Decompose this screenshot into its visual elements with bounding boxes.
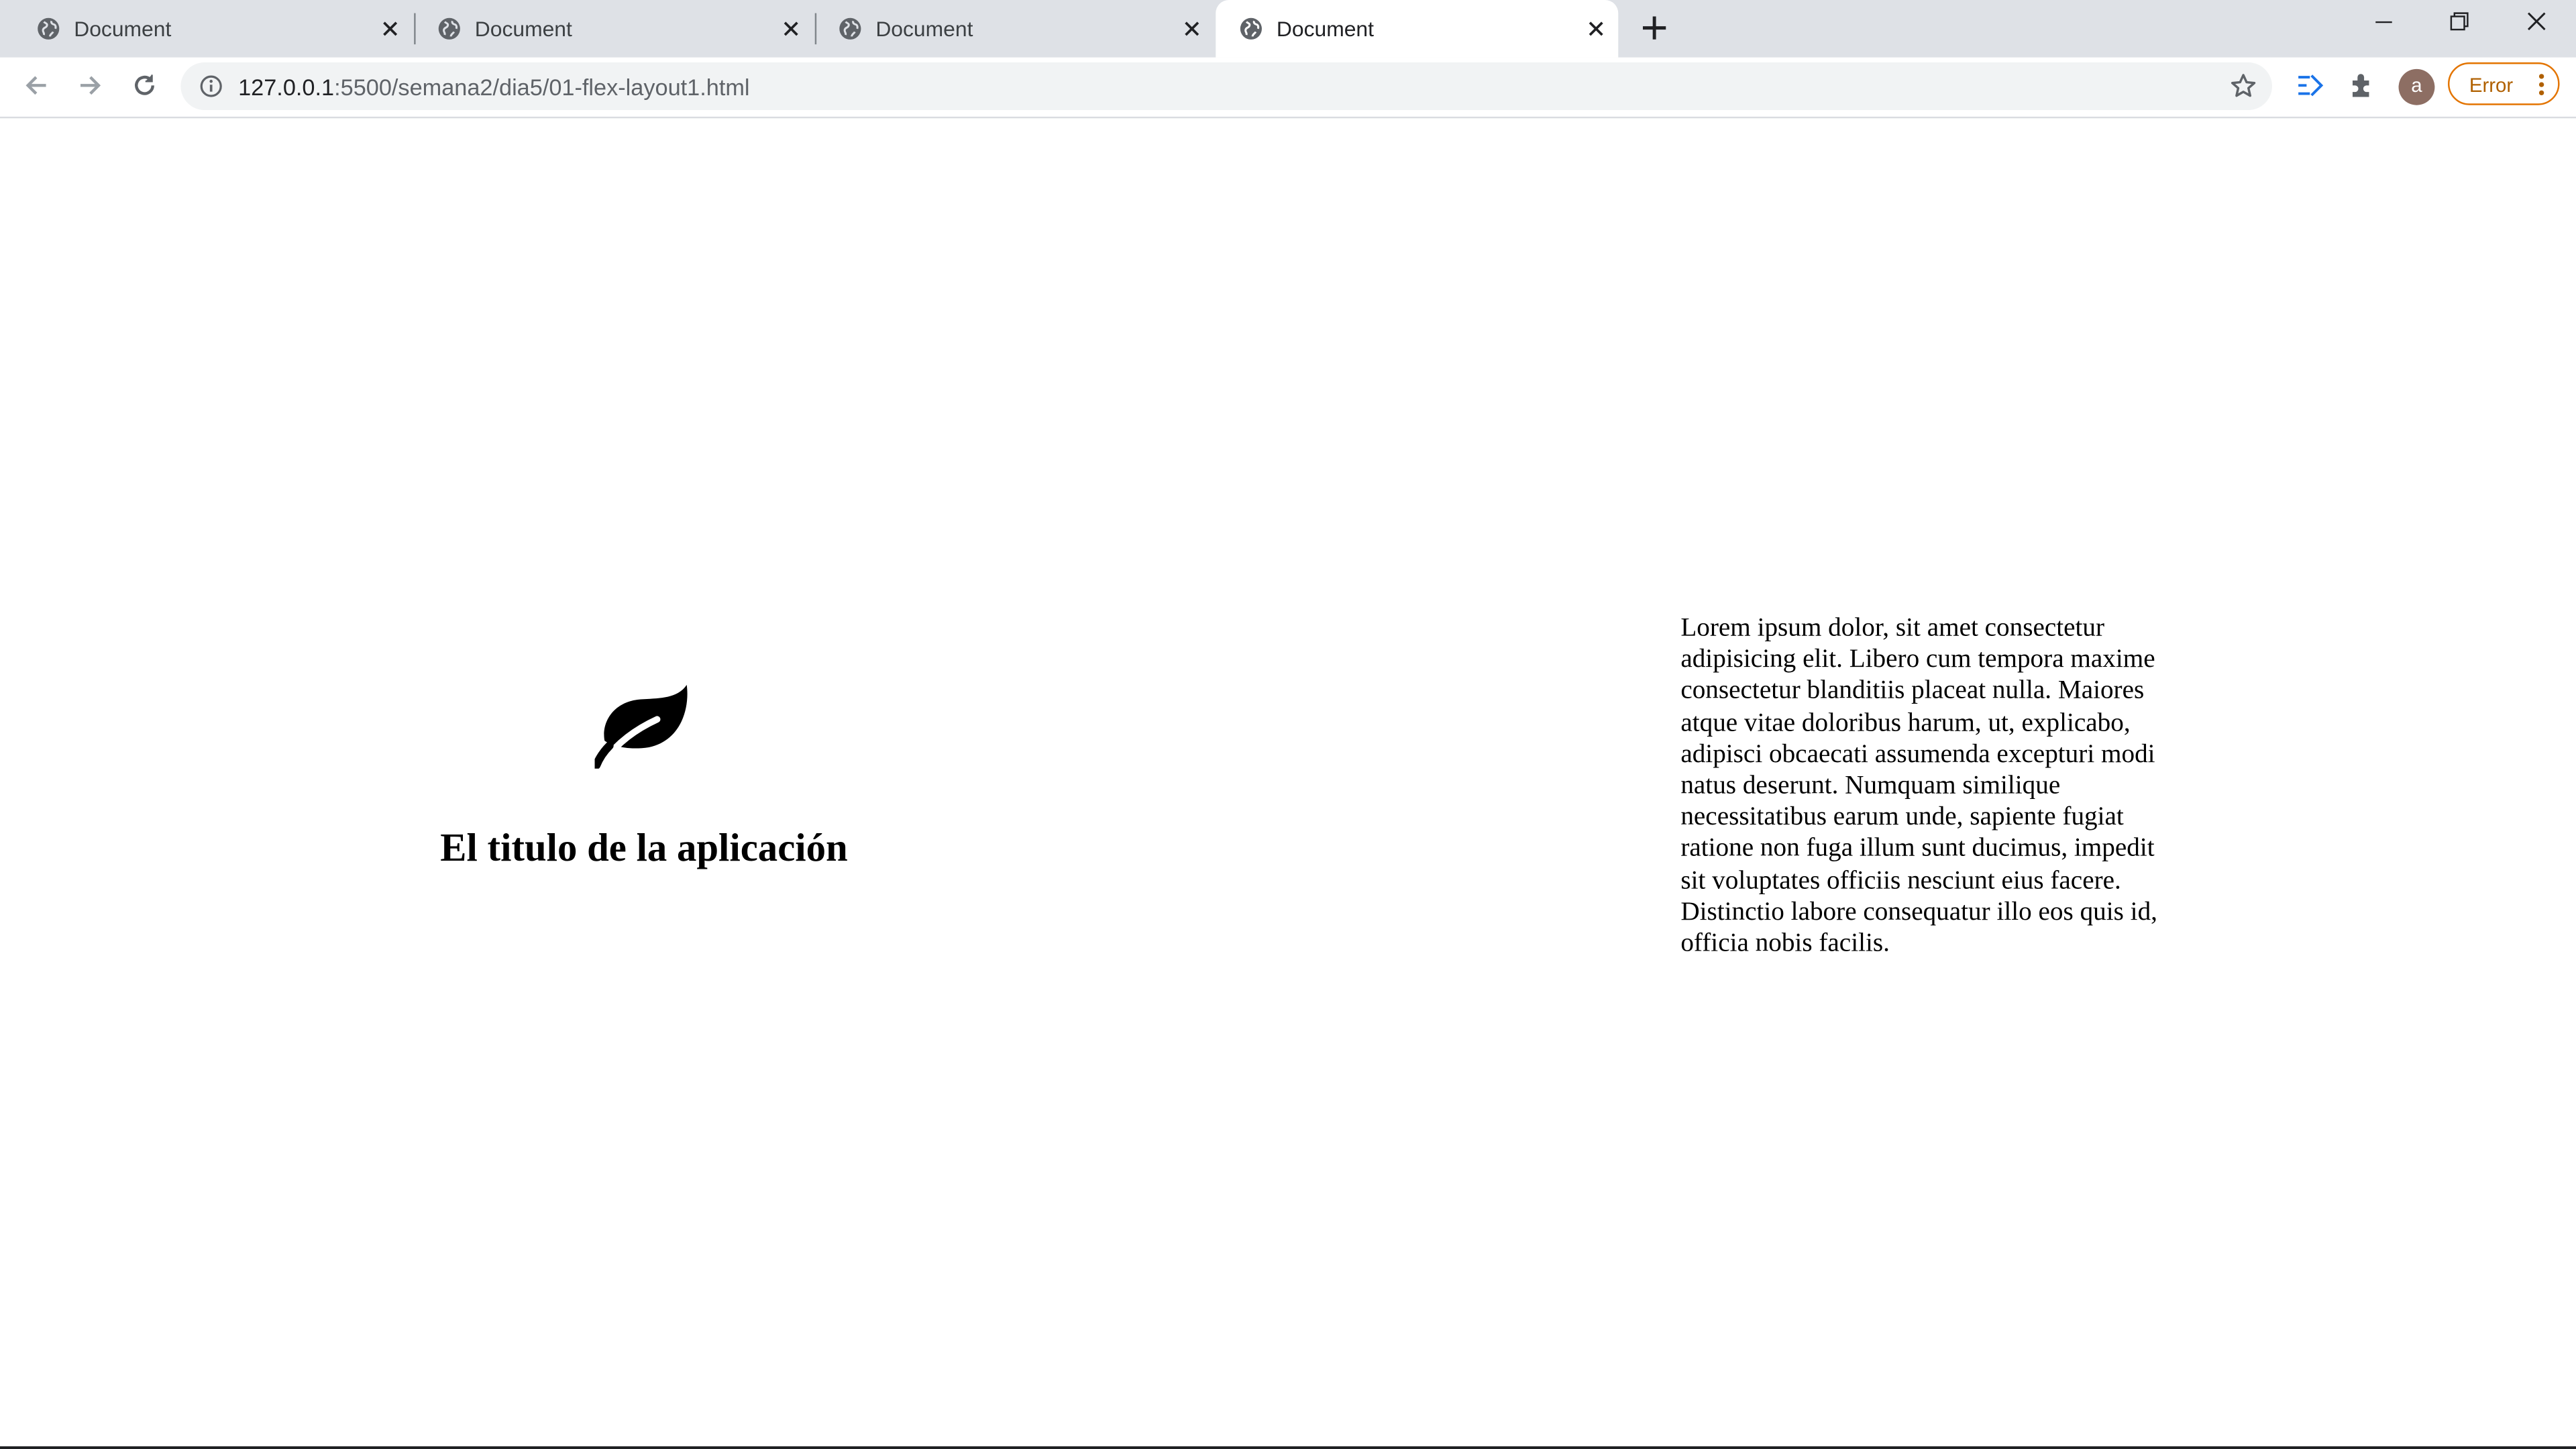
browser-chrome: Document Document Document Document 127.… <box>0 0 2576 119</box>
avatar[interactable]: a <box>2398 68 2435 105</box>
back-icon[interactable] <box>21 70 51 100</box>
plus-icon[interactable] <box>1640 13 1669 43</box>
browser-tab-4-active[interactable]: Document <box>1216 0 1619 58</box>
leaf-icon <box>594 684 688 769</box>
page-title: El titulo de la aplicación <box>440 827 848 871</box>
page-viewport: El titulo de la aplicación Lorem ipsum d… <box>0 118 2576 1449</box>
tab-strip: Document Document Document Document <box>0 0 2576 58</box>
globe-icon <box>438 17 460 40</box>
more-vert-icon[interactable] <box>2535 72 2548 97</box>
forward-icon[interactable] <box>76 70 105 100</box>
avatar-initial: a <box>2411 74 2422 97</box>
globe-icon <box>839 17 861 40</box>
browser-toolbar: 127.0.0.1:5500/semana2/dia5/01-flex-layo… <box>0 57 2576 119</box>
profile-error-button[interactable]: Error <box>2448 62 2560 105</box>
taskbar-edge <box>0 1446 2576 1449</box>
tab-title: Document <box>1276 16 1374 42</box>
globe-icon <box>38 17 60 40</box>
browser-tab-1[interactable]: Document <box>13 0 413 58</box>
minimize-icon[interactable] <box>2371 8 2397 34</box>
restore-icon[interactable] <box>2447 8 2473 34</box>
globe-icon <box>1240 17 1262 40</box>
tab-title: Document <box>474 16 572 42</box>
address-bar[interactable]: 127.0.0.1:5500/semana2/dia5/01-flex-layo… <box>180 62 2272 111</box>
close-icon[interactable] <box>1179 16 1204 41</box>
tab-title: Document <box>875 16 973 42</box>
close-icon[interactable] <box>779 16 804 41</box>
error-label: Error <box>2469 74 2514 97</box>
browser-tab-2[interactable]: Document <box>414 0 813 58</box>
close-window-icon[interactable] <box>2524 8 2550 34</box>
info-icon[interactable] <box>199 74 223 99</box>
close-icon[interactable] <box>378 16 402 41</box>
body-paragraph: Lorem ipsum dolor, sit amet consectetur … <box>1680 614 2157 958</box>
url-path: :5500/semana2/dia5/01-flex-layout1.html <box>334 74 750 101</box>
close-icon[interactable] <box>1584 16 1609 41</box>
url-text: 127.0.0.1:5500/semana2/dia5/01-flex-layo… <box>238 74 749 100</box>
url-host: 127.0.0.1 <box>238 74 335 101</box>
reload-icon[interactable] <box>129 70 159 100</box>
tab-title: Document <box>74 16 172 42</box>
star-icon[interactable] <box>2229 72 2257 101</box>
reading-list-icon[interactable] <box>2295 70 2324 100</box>
browser-tab-3[interactable]: Document <box>815 0 1214 58</box>
extensions-icon[interactable] <box>2348 70 2377 100</box>
